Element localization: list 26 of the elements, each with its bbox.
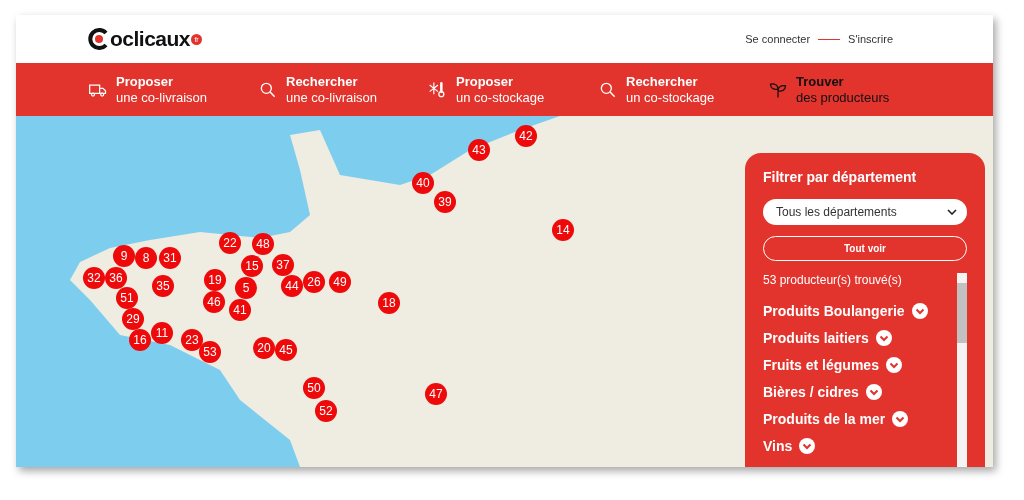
scrollbar[interactable] [957,273,967,467]
header-link[interactable]: S'inscrire [848,33,893,45]
nav-item[interactable]: Rechercher un co-stockage [598,73,768,106]
chevron-circle-icon [911,302,928,319]
department-select[interactable]: Tous les départements [763,199,967,225]
nav-item[interactable]: Proposer une co-livraison [88,73,258,106]
category-item[interactable]: Produits laitiers [763,324,953,351]
chevron-circle-icon [865,383,882,400]
chevron-circle-icon [885,356,902,373]
category-item[interactable]: Bières / cidres [763,378,953,405]
header-link[interactable]: Se connecter [745,33,811,45]
result-count: 53 producteur(s) trouvé(s) [763,273,903,287]
category-item[interactable]: Produits Boulangerie [763,297,953,324]
nav-item[interactable]: Proposer un co-stockage [428,73,598,106]
panel-title: Filtrer par département [763,169,918,185]
category-item[interactable]: Vins [763,432,953,459]
chevron-circle-icon [892,410,909,427]
chevron-circle-icon [875,329,892,346]
nav-item[interactable]: Trouver des producteurs [768,73,938,106]
logo-c-icon [88,28,110,50]
logo-text: oclicaux [110,27,191,51]
chevron-down-icon [947,209,957,215]
category-item[interactable]: Fruits et légumes [763,351,953,378]
chevron-circle-icon [799,437,816,454]
nav-item[interactable]: Rechercher une co-livraison [258,73,428,106]
category-item[interactable]: Produits de la mer [763,405,953,432]
